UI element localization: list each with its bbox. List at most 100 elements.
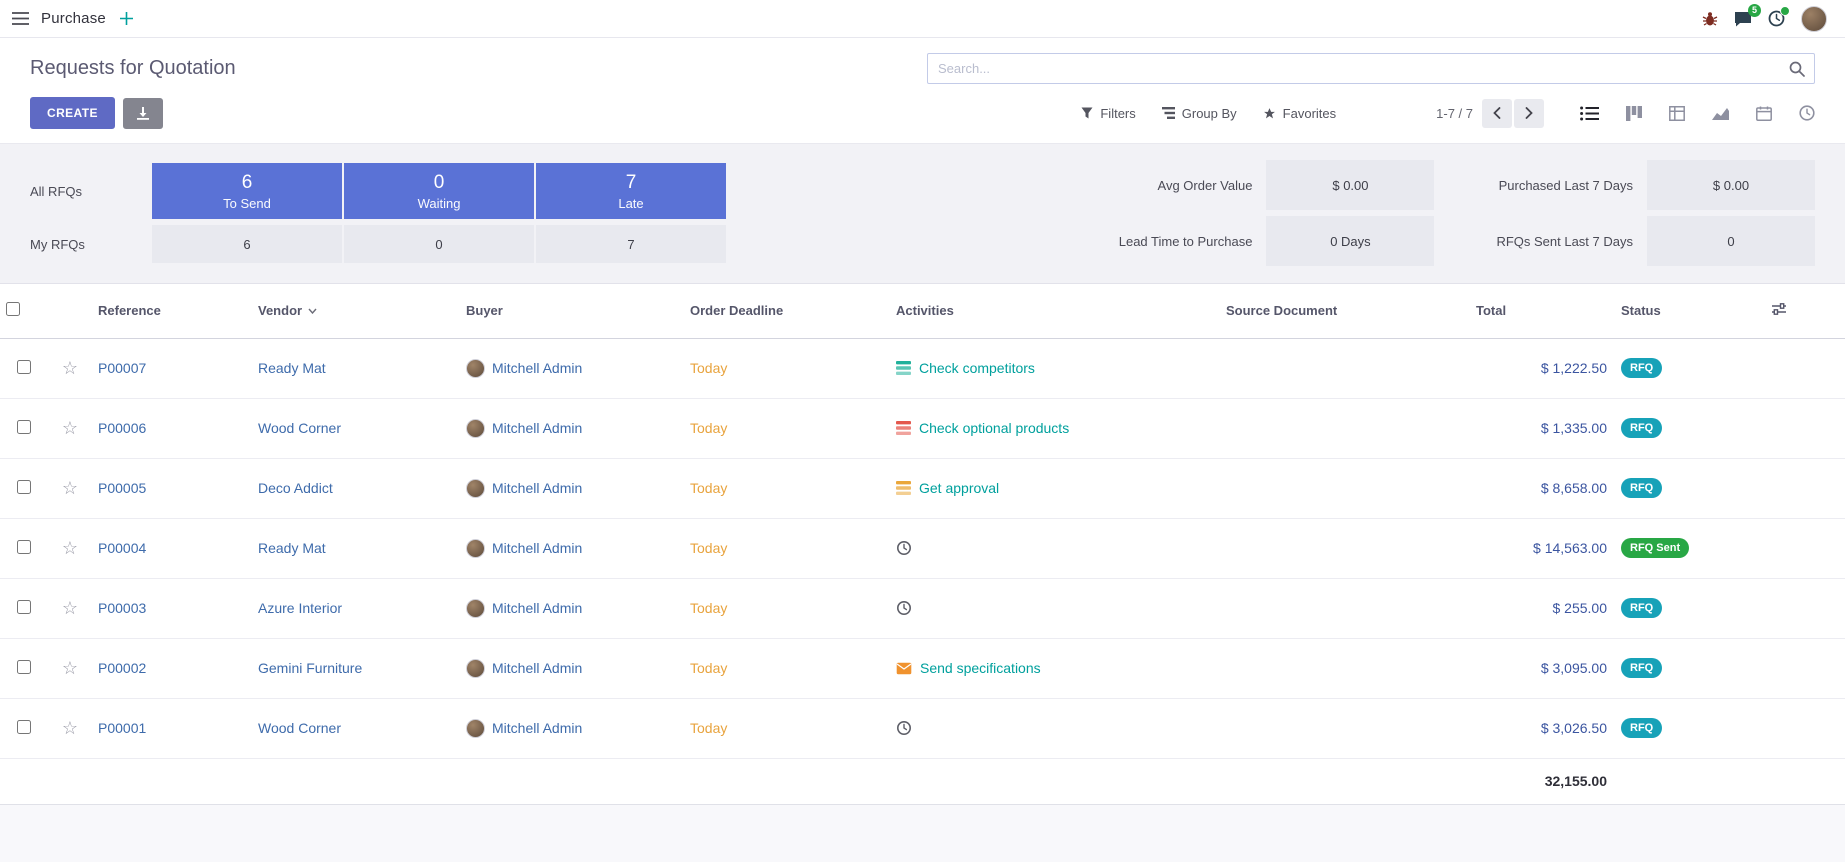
activity-envelope-icon[interactable] — [896, 662, 912, 675]
buyer-link[interactable]: Mitchell Admin — [492, 540, 582, 556]
favorite-star-icon[interactable]: ☆ — [62, 598, 78, 618]
buyer-link[interactable]: Mitchell Admin — [492, 720, 582, 736]
reference-link[interactable]: P00002 — [98, 660, 146, 676]
vendor-link[interactable]: Wood Corner — [258, 720, 341, 736]
rfq-card-late[interactable]: 7Late — [536, 163, 726, 219]
reference-link[interactable]: P00003 — [98, 600, 146, 616]
table-row[interactable]: ☆P00006Wood CornerMitchell AdminTodayChe… — [0, 398, 1845, 458]
activity-label[interactable]: Get approval — [919, 480, 999, 496]
vendor-link[interactable]: Ready Mat — [258, 360, 326, 376]
table-row[interactable]: ☆P00002Gemini FurnitureMitchell AdminTod… — [0, 638, 1845, 698]
activity-tasks-icon[interactable] — [896, 421, 911, 435]
header-reference[interactable]: Reference — [92, 284, 252, 338]
buyer-link[interactable]: Mitchell Admin — [492, 360, 582, 376]
stat-value: 0 — [1647, 216, 1815, 266]
favorites-button[interactable]: Favorites — [1263, 106, 1336, 121]
search-input[interactable] — [938, 61, 1789, 76]
vendor-link[interactable]: Ready Mat — [258, 540, 326, 556]
vendor-link[interactable]: Azure Interior — [258, 600, 342, 616]
debug-bug-icon[interactable] — [1702, 11, 1718, 27]
activity-clock-icon[interactable] — [896, 600, 912, 616]
favorite-star-icon[interactable]: ☆ — [62, 478, 78, 498]
pivot-view-icon[interactable] — [1669, 106, 1685, 121]
favorite-star-icon[interactable]: ☆ — [62, 538, 78, 558]
activity-label[interactable]: Check competitors — [919, 360, 1035, 376]
optional-columns-icon[interactable] — [1771, 302, 1787, 316]
list-view-icon[interactable] — [1580, 106, 1599, 121]
row-checkbox[interactable] — [17, 720, 31, 734]
user-avatar[interactable] — [1801, 6, 1827, 32]
table-row[interactable]: ☆P00003Azure InteriorMitchell AdminToday… — [0, 578, 1845, 638]
header-vendor[interactable]: Vendor — [252, 284, 460, 338]
my-rfq-cell-waiting[interactable]: 0 — [344, 225, 534, 263]
search-icon[interactable] — [1789, 61, 1805, 77]
filters-button[interactable]: Filters — [1081, 106, 1135, 121]
favorite-cell: ☆ — [48, 458, 92, 518]
search-box[interactable] — [927, 53, 1815, 84]
app-name[interactable]: Purchase — [41, 10, 106, 27]
my-rfq-cell-late[interactable]: 7 — [536, 225, 726, 263]
vendor-link[interactable]: Gemini Furniture — [258, 660, 362, 676]
messages-icon[interactable]: 5 — [1734, 11, 1752, 27]
reference-link[interactable]: P00001 — [98, 720, 146, 736]
reference-link[interactable]: P00005 — [98, 480, 146, 496]
table-row[interactable]: ☆P00005Deco AddictMitchell AdminTodayGet… — [0, 458, 1845, 518]
group-by-icon — [1162, 107, 1175, 119]
row-checkbox[interactable] — [17, 600, 31, 614]
create-button[interactable]: CREATE — [30, 97, 115, 129]
calendar-view-icon[interactable] — [1756, 106, 1772, 121]
graph-view-icon[interactable] — [1712, 106, 1729, 121]
total-cell: $ 14,563.00 — [1470, 518, 1615, 578]
reference-link[interactable]: P00006 — [98, 420, 146, 436]
row-checkbox[interactable] — [17, 360, 31, 374]
buyer-link[interactable]: Mitchell Admin — [492, 480, 582, 496]
my-rfq-cell-to-send[interactable]: 6 — [152, 225, 342, 263]
export-download-button[interactable] — [123, 98, 163, 129]
pager-next-button[interactable] — [1514, 99, 1544, 128]
all-rfqs-label: All RFQs — [30, 184, 152, 199]
plus-icon[interactable] — [120, 12, 133, 25]
activity-label[interactable]: Send specifications — [920, 660, 1041, 676]
favorite-star-icon[interactable]: ☆ — [62, 358, 78, 378]
apps-menu-icon[interactable] — [12, 12, 29, 25]
row-checkbox[interactable] — [17, 660, 31, 674]
row-checkbox[interactable] — [17, 480, 31, 494]
rfq-card-to-send[interactable]: 6To Send — [152, 163, 342, 219]
activities-clock-icon[interactable] — [1768, 10, 1785, 27]
pager-previous-button[interactable] — [1482, 99, 1512, 128]
vendor-link[interactable]: Wood Corner — [258, 420, 341, 436]
header-activities[interactable]: Activities — [890, 284, 1220, 338]
activity-label[interactable]: Check optional products — [919, 420, 1069, 436]
rfq-card-waiting[interactable]: 0Waiting — [344, 163, 534, 219]
activity-tasks-icon[interactable] — [896, 481, 911, 495]
buyer-avatar — [466, 359, 485, 378]
table-row[interactable]: ☆P00001Wood CornerMitchell AdminToday$ 3… — [0, 698, 1845, 758]
reference-link[interactable]: P00004 — [98, 540, 146, 556]
buyer-link[interactable]: Mitchell Admin — [492, 660, 582, 676]
group-by-button[interactable]: Group By — [1162, 106, 1237, 121]
activity-tasks-icon[interactable] — [896, 361, 911, 375]
buyer-link[interactable]: Mitchell Admin — [492, 420, 582, 436]
header-total[interactable]: Total — [1470, 284, 1615, 338]
favorite-star-icon[interactable]: ☆ — [62, 418, 78, 438]
activity-clock-icon[interactable] — [896, 720, 912, 736]
kanban-view-icon[interactable] — [1626, 106, 1642, 121]
table-row[interactable]: ☆P00004Ready MatMitchell AdminToday$ 14,… — [0, 518, 1845, 578]
favorite-star-icon[interactable]: ☆ — [62, 718, 78, 738]
favorite-star-icon[interactable]: ☆ — [62, 658, 78, 678]
header-buyer[interactable]: Buyer — [460, 284, 684, 338]
buyer-link[interactable]: Mitchell Admin — [492, 600, 582, 616]
header-source-document[interactable]: Source Document — [1220, 284, 1470, 338]
reference-link[interactable]: P00007 — [98, 360, 146, 376]
activity-clock-icon[interactable] — [896, 540, 912, 556]
table-row[interactable]: ☆P00007Ready MatMitchell AdminTodayCheck… — [0, 338, 1845, 398]
rfq-card-label: Late — [618, 196, 643, 211]
row-checkbox[interactable] — [17, 540, 31, 554]
select-all-checkbox[interactable] — [6, 302, 20, 316]
activity-view-icon[interactable] — [1799, 105, 1815, 121]
vendor-link[interactable]: Deco Addict — [258, 480, 333, 496]
row-checkbox[interactable] — [17, 420, 31, 434]
header-order-deadline[interactable]: Order Deadline — [684, 284, 890, 338]
header-status[interactable]: Status — [1615, 284, 1765, 338]
checkbox-cell — [0, 398, 48, 458]
